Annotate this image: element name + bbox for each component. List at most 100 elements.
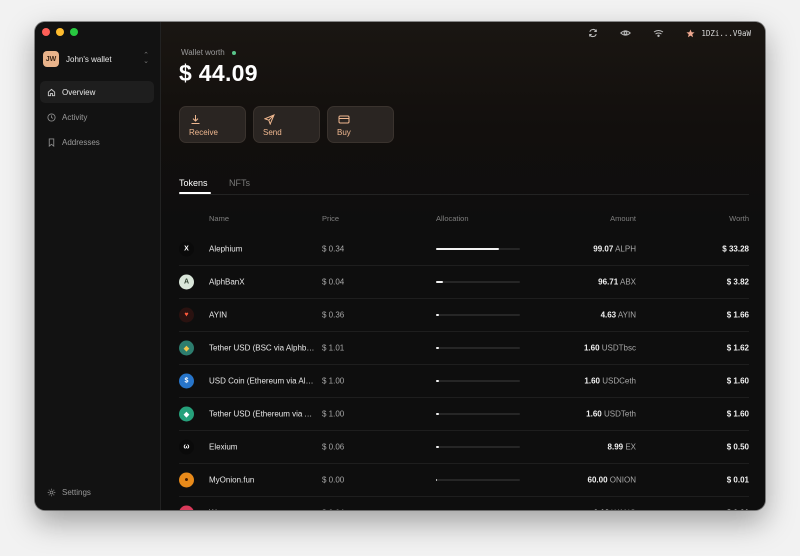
token-worth: $ 33.28	[722, 244, 749, 254]
token-price: $ 1.00	[322, 409, 345, 419]
column-header-worth: Worth	[729, 214, 749, 223]
allocation-bar	[436, 446, 520, 448]
tab-nfts[interactable]: NFTs	[229, 178, 250, 188]
token-amount-value: 96.71	[598, 277, 619, 287]
token-amount: 1.60 USDTeth	[586, 410, 636, 419]
allocation-bar	[436, 380, 520, 382]
token-amount: 1.60 USDCeth	[584, 377, 636, 386]
bookmark-icon	[48, 137, 55, 147]
alphbanx-icon: A	[179, 274, 194, 290]
token-name: USD Coin (Ethereum via Alphbridge)	[209, 376, 315, 386]
token-symbol: WANG	[611, 509, 636, 511]
token-symbol: USDTeth	[603, 409, 636, 419]
token-amount-value: 8.99	[607, 442, 624, 452]
settings-button[interactable]: Settings	[47, 488, 91, 497]
allocation-fill	[436, 413, 440, 415]
token-symbol: EX	[625, 442, 636, 452]
table-row[interactable]: ω Elexium $ 0.06 8.99 EX $ 0.50	[179, 431, 749, 464]
buy-button[interactable]: Buy	[327, 106, 394, 143]
close-window-button[interactable]	[42, 28, 50, 36]
token-worth: $ 0.01	[727, 509, 749, 511]
table-row[interactable]: X Alephium $ 0.34 99.07 ALPH $ 33.28	[179, 233, 749, 266]
table-header: Name Price Allocation Amount Worth	[179, 214, 749, 226]
tab-tokens[interactable]: Tokens	[179, 178, 208, 188]
wallet-avatar: JW	[43, 51, 59, 67]
token-worth: $ 1.62	[726, 343, 749, 353]
tether-eth-icon: ◆	[179, 406, 194, 422]
receive-button[interactable]: Receive	[179, 106, 246, 143]
token-name: AYIN	[209, 310, 228, 320]
token-price: $ 0.06	[322, 442, 345, 452]
table-row[interactable]: ◆ Tether USD (BSC via Alphbridge) $ 1.01 1.…	[179, 332, 749, 365]
network-icon[interactable]	[653, 28, 664, 38]
column-header-name: Name	[209, 214, 230, 223]
token-price: $ 0.04	[322, 277, 345, 287]
online-status-dot	[231, 50, 236, 55]
column-header-amount: Amount	[610, 214, 636, 223]
token-amount-value: 4.63	[600, 310, 617, 320]
table-row[interactable]: A AlphBanX $ 0.04 96.71 ABX $ 3.82	[179, 266, 749, 299]
allocation-fill	[436, 347, 440, 349]
table-row[interactable]: ❀ Wang $ 0.04 0.13 WANG $ 0.01	[179, 497, 749, 510]
allocation-bar	[436, 479, 520, 481]
token-worth: $ 0.01	[726, 475, 749, 485]
address-selector[interactable]: 1DZi...V9aW	[686, 29, 751, 38]
sidebar-nav: Overview Activity Addresses	[40, 81, 154, 156]
sidebar-item-addresses[interactable]: Addresses	[40, 131, 154, 153]
ayin-icon: ♥	[179, 307, 194, 323]
allocation-fill	[436, 380, 440, 382]
allocation-bar	[436, 248, 520, 250]
wallet-name: John's wallet	[66, 54, 112, 64]
window-controls	[42, 28, 78, 36]
token-name: Elexium	[209, 442, 238, 452]
table-row[interactable]: ◆ Tether USD (Ethereum via Alphbridge) $ 1…	[179, 398, 749, 431]
sidebar: JW John's wallet ⌃ ⌄ Overview Activity Ad…	[35, 22, 161, 510]
receive-label: Receive	[189, 128, 218, 137]
column-header-price: Price	[322, 214, 340, 223]
sidebar-item-label: Overview	[62, 87, 96, 97]
allocation-fill	[436, 479, 438, 481]
table-row[interactable]: $ USD Coin (Ethereum via Alphbridge) $ 1.0…	[179, 365, 749, 398]
download-icon	[191, 115, 200, 124]
card-icon	[338, 115, 350, 124]
token-symbol: ONION	[609, 475, 636, 485]
token-price: $ 0.00	[322, 475, 345, 485]
settings-label: Settings	[62, 488, 91, 497]
token-name: Tether USD (BSC via Alphbridge)	[209, 343, 315, 353]
token-price: $ 1.00	[322, 376, 345, 386]
table-row[interactable]: ♥ AYIN $ 0.36 4.63 AYIN $ 1.66	[179, 299, 749, 332]
zoom-window-button[interactable]	[70, 28, 78, 36]
allocation-fill	[436, 314, 440, 316]
main-content: 1DZi...V9aW Wallet worth $ 44.09 Receive…	[161, 22, 765, 510]
token-worth: $ 3.82	[726, 277, 749, 287]
refresh-icon[interactable]	[588, 28, 598, 38]
token-symbol: USDCeth	[602, 376, 636, 386]
token-price: $ 0.34	[322, 244, 345, 254]
home-icon	[47, 88, 56, 96]
token-price: $ 1.01	[322, 343, 345, 353]
wallet-switcher[interactable]: JW John's wallet ⌃ ⌄	[41, 48, 153, 70]
sidebar-item-overview[interactable]: Overview	[40, 81, 154, 103]
action-buttons: Receive Send Buy	[179, 106, 394, 143]
allocation-bar	[436, 314, 520, 316]
token-amount-value: 1.60	[584, 376, 600, 386]
token-amount-value: 60.00	[587, 475, 608, 485]
wallet-worth-label-text: Wallet worth	[181, 48, 225, 57]
table-row[interactable]: ● MyOnion.fun $ 0.00 60.00 ONION $ 0.01	[179, 464, 749, 497]
token-symbol: ALPH	[615, 244, 636, 254]
topbar: 1DZi...V9aW	[588, 28, 751, 38]
token-price: $ 0.04	[322, 509, 344, 511]
elexium-icon: ω	[179, 439, 194, 455]
minimize-window-button[interactable]	[56, 28, 64, 36]
chevron-up-down-icon: ⌃ ⌄	[143, 52, 149, 65]
sidebar-item-activity[interactable]: Activity	[40, 106, 154, 128]
column-header-allocation: Allocation	[436, 214, 469, 223]
wallet-worth-value: $ 44.09	[179, 60, 258, 86]
token-table: X Alephium $ 0.34 99.07 ALPH $ 33.28 A AlphBan…	[179, 233, 749, 510]
token-name: Alephium	[209, 244, 243, 254]
token-amount-value: 99.07	[593, 244, 614, 254]
send-button[interactable]: Send	[253, 106, 320, 143]
gear-icon	[47, 488, 56, 497]
eye-icon[interactable]	[620, 28, 632, 38]
usd-coin-icon: $	[179, 373, 194, 389]
